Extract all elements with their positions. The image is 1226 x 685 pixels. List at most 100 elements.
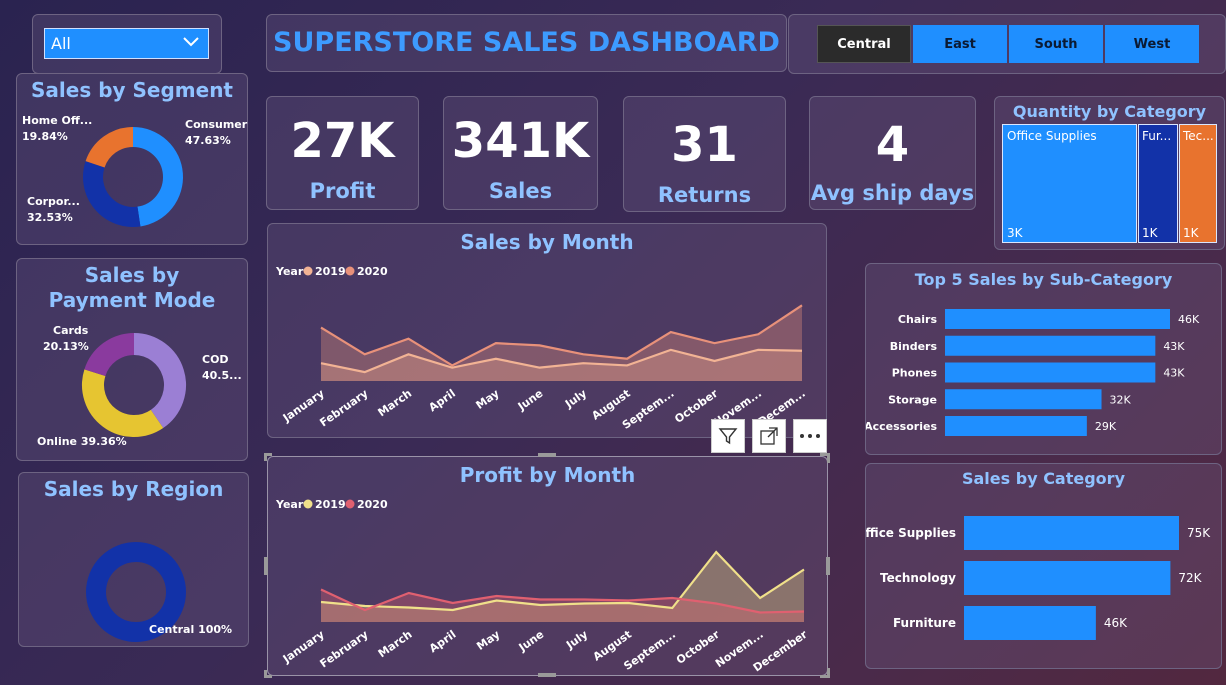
bar <box>945 309 1170 329</box>
donut-label: COD <box>202 353 229 366</box>
treemap-label: Fur... <box>1142 129 1172 143</box>
filter-value: All <box>51 34 71 53</box>
region-button-south[interactable]: South <box>1009 25 1103 63</box>
resize-handle[interactable] <box>826 557 830 575</box>
legend-label: 2019 <box>315 265 346 278</box>
treemap-value: 1K <box>1183 226 1199 240</box>
treemap-value: 3K <box>1007 226 1023 240</box>
region-donut-chart: Central 100% <box>86 542 232 642</box>
region-button-label: East <box>944 36 976 52</box>
treemap-tile-technology[interactable]: Tec... 1K <box>1179 124 1217 243</box>
region-button-central[interactable]: Central <box>817 25 911 63</box>
filter-card: All <box>32 14 222 74</box>
filter-dropdown[interactable]: All <box>44 28 209 59</box>
x-tick-label: May <box>474 387 502 412</box>
bar <box>945 416 1087 436</box>
bar <box>945 362 1156 383</box>
donut-slice <box>83 161 141 227</box>
donut-label: Central 100% <box>149 623 232 636</box>
more-options-icon[interactable] <box>793 419 827 453</box>
y-tick-label: Furniture <box>893 616 956 630</box>
data-label: 75K <box>1187 526 1211 540</box>
donut-label: Online 39.36% <box>37 435 127 448</box>
y-tick-label: Office Supplies <box>866 526 956 540</box>
kpi-value: 4 <box>875 117 910 173</box>
segment-donut-chart: Consumer 47.63% Corpor... 32.53% Home Off...… <box>22 114 248 227</box>
profit-month-chart: Year 2019 2020JanuaryFebruary March April May… <box>275 498 810 674</box>
chevron-down-icon <box>182 34 200 53</box>
x-tick-label: July <box>562 387 589 411</box>
subcategory-bar-chart: Chairs 46K Binders 43K Phones 43K Storage 32K Ac… <box>866 309 1200 436</box>
treemap-label: Tec... <box>1183 129 1214 143</box>
data-label: 29K <box>1095 420 1117 433</box>
legend-swatch <box>303 266 313 276</box>
legend-swatch <box>345 266 355 276</box>
kpi-label: Returns <box>657 183 752 207</box>
resize-handle[interactable] <box>264 670 272 678</box>
kpi-value: 341K <box>451 113 590 169</box>
category-bar-card: Sales by Category Office Supplies75KTech… <box>865 463 1222 669</box>
legend-swatch <box>345 499 355 509</box>
treemap-tile-office-supplies[interactable]: Office Supplies 3K <box>1002 124 1137 243</box>
region-button-label: West <box>1133 36 1171 52</box>
x-tick-label: April <box>426 387 458 414</box>
donut-value: 47.63% <box>185 134 231 147</box>
x-tick-label: July <box>563 628 590 652</box>
kpi-label: Avg ship days <box>810 181 975 205</box>
region-button-east[interactable]: East <box>913 25 1007 63</box>
treemap-card: Quantity by Category Office Supplies 3K … <box>994 96 1225 250</box>
x-tick-label: June <box>515 387 546 414</box>
focus-mode-icon[interactable] <box>752 419 786 453</box>
region-button-west[interactable]: West <box>1105 25 1199 63</box>
resize-handle[interactable] <box>538 673 556 677</box>
y-tick-label: Binders <box>890 340 938 353</box>
region-donut-card: Sales by Region Central 100% <box>18 472 249 647</box>
donut-slice <box>84 333 135 377</box>
y-tick-label: Technology <box>880 571 956 585</box>
legend-swatch <box>303 499 313 509</box>
sales-month-card: Sales by Month Year 2019 2020 January Februa… <box>267 223 827 438</box>
chart-title: Quantity by Category <box>1012 102 1207 121</box>
kpi-card-ship-days: 4 Avg ship days <box>809 96 976 210</box>
donut-slice <box>132 127 183 227</box>
profit-month-card[interactable]: Profit by Month Year 2019 2020 January Febru… <box>267 456 828 676</box>
bar <box>964 561 1171 595</box>
data-label: 72K <box>1178 571 1202 585</box>
x-tick-label: February <box>317 387 370 430</box>
data-label: 46K <box>1178 313 1200 326</box>
kpi-card-returns: 31 Returns <box>623 96 786 212</box>
resize-handle[interactable] <box>820 668 830 678</box>
treemap-value: 1K <box>1142 226 1158 240</box>
sales-month-chart: Year 2019 2020JanuaryFebruary March April May… <box>275 265 808 432</box>
donut-value: 40.5... <box>202 369 242 382</box>
bar <box>945 389 1102 410</box>
filter-icon[interactable] <box>711 419 745 453</box>
donut-slice <box>133 333 186 429</box>
legend-label: 2019 <box>315 498 346 511</box>
donut-slice <box>85 127 134 168</box>
resize-handle[interactable] <box>538 453 556 457</box>
region-button-label: Central <box>837 36 891 52</box>
resize-handle[interactable] <box>264 453 272 461</box>
x-tick-label: April <box>427 628 459 655</box>
payment-donut-card: Sales by Payment Mode COD 40.5... Online 3… <box>16 258 248 461</box>
resize-handle[interactable] <box>820 453 830 463</box>
y-tick-label: Chairs <box>898 313 938 326</box>
kpi-value: 27K <box>290 113 395 169</box>
treemap-tile-furniture[interactable]: Fur... 1K <box>1138 124 1178 243</box>
data-label: 46K <box>1104 616 1128 630</box>
kpi-card-profit: 27K Profit <box>266 96 419 210</box>
bar <box>964 516 1179 550</box>
kpi-value: 31 <box>671 117 738 173</box>
x-tick-label: March <box>376 628 415 661</box>
kpi-label: Sales <box>488 179 553 203</box>
legend-label: 2020 <box>357 265 388 278</box>
x-tick-label: March <box>375 387 414 420</box>
resize-handle[interactable] <box>264 557 268 575</box>
donut-label: Corpor... <box>27 195 80 208</box>
legend-label: 2020 <box>357 498 388 511</box>
legend-title: Year <box>275 498 304 511</box>
y-tick-label: Phones <box>892 367 938 380</box>
x-tick-label: February <box>318 628 371 671</box>
kpi-card-sales: 341K Sales <box>443 96 598 210</box>
